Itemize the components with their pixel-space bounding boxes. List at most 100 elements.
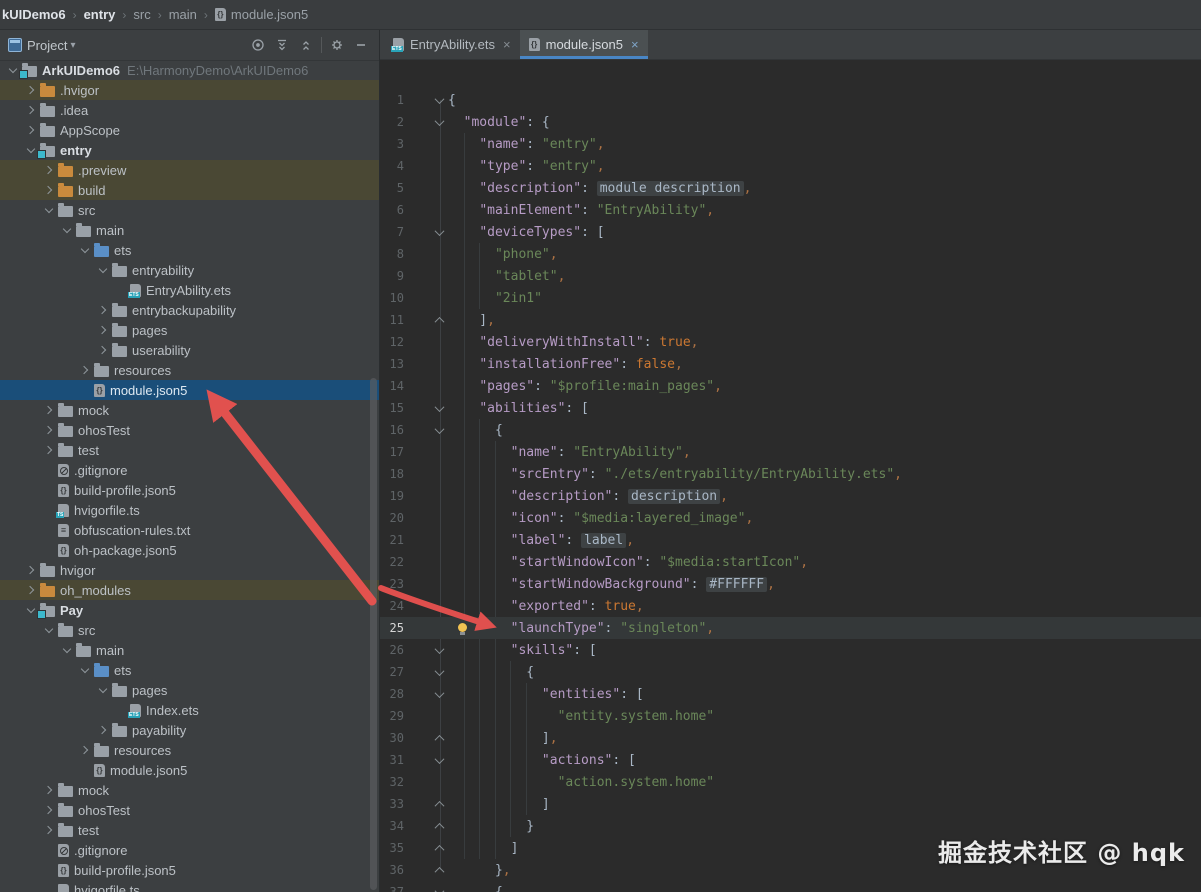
code-line-23[interactable]: 23 "startWindowBackground": #FFFFFF,	[380, 573, 1201, 595]
fold-column[interactable]	[432, 822, 446, 833]
fold-column[interactable]	[432, 800, 446, 811]
tree-item-idea[interactable]: .idea	[0, 100, 379, 120]
project-panel-title[interactable]: Project	[27, 38, 67, 53]
chevron-right-icon[interactable]	[94, 300, 112, 320]
chevron-down-icon[interactable]	[94, 680, 112, 700]
tree-item-src[interactable]: src	[0, 200, 379, 220]
chevron-right-icon[interactable]	[76, 740, 94, 760]
fold-open-icon[interactable]	[434, 423, 444, 434]
tree-item-pay[interactable]: Pay	[0, 600, 379, 620]
code-line-2[interactable]: 2 "module": {	[380, 111, 1201, 133]
code-line-37[interactable]: 37 {	[380, 881, 1201, 892]
fold-column[interactable]	[432, 885, 446, 892]
tree-item-ets[interactable]: ets	[0, 240, 379, 260]
tree-item-module-json5[interactable]: module.json5	[0, 760, 379, 780]
collapse-all-button[interactable]	[294, 34, 318, 56]
intention-lightbulb-icon[interactable]	[458, 623, 467, 635]
tree-item-mock[interactable]: mock	[0, 400, 379, 420]
tree-item-ets[interactable]: ets	[0, 660, 379, 680]
close-tab-icon[interactable]: ×	[631, 37, 639, 52]
tree-item-src[interactable]: src	[0, 620, 379, 640]
tree-item-hvigor[interactable]: .hvigor	[0, 80, 379, 100]
tree-item-module-json5[interactable]: module.json5	[0, 380, 379, 400]
tree-item-build-profile-json5[interactable]: build-profile.json5	[0, 860, 379, 880]
tree-item-test[interactable]: test	[0, 820, 379, 840]
fold-column[interactable]	[432, 665, 446, 676]
tree-item-hvigorfile-ts[interactable]: hvigorfile.ts	[0, 880, 379, 892]
locate-file-button[interactable]	[246, 34, 270, 56]
tree-item-entryability[interactable]: entryability	[0, 260, 379, 280]
tree-item-main[interactable]: main	[0, 640, 379, 660]
chevron-right-icon[interactable]	[40, 780, 58, 800]
tree-item-obfuscation-rules-txt[interactable]: obfuscation-rules.txt	[0, 520, 379, 540]
chevron-down-icon[interactable]	[40, 200, 58, 220]
fold-column[interactable]	[432, 423, 446, 434]
chevron-right-icon[interactable]	[22, 80, 40, 100]
code-line-33[interactable]: 33 ]	[380, 793, 1201, 815]
tree-item-resources[interactable]: resources	[0, 740, 379, 760]
fold-column[interactable]	[432, 866, 446, 877]
tree-item-resources[interactable]: resources	[0, 360, 379, 380]
chevron-right-icon[interactable]	[40, 180, 58, 200]
tree-item-entrybackupability[interactable]: entrybackupability	[0, 300, 379, 320]
chevron-down-icon[interactable]: ▾	[70, 40, 75, 51]
settings-button[interactable]	[325, 34, 349, 56]
tree-scrollbar[interactable]	[370, 378, 377, 890]
tree-item-oh-modules[interactable]: oh_modules	[0, 580, 379, 600]
tree-item-build[interactable]: build	[0, 180, 379, 200]
fold-column[interactable]	[432, 844, 446, 855]
fold-column[interactable]	[432, 687, 446, 698]
chevron-right-icon[interactable]	[40, 820, 58, 840]
code-line-24[interactable]: 24 "exported": true,	[380, 595, 1201, 617]
tree-item-test[interactable]: test	[0, 440, 379, 460]
tree-item-entryability-ets[interactable]: EntryAbility.ets	[0, 280, 379, 300]
chevron-down-icon[interactable]	[40, 620, 58, 640]
chevron-right-icon[interactable]	[22, 120, 40, 140]
chevron-down-icon[interactable]	[94, 260, 112, 280]
code-line-8[interactable]: 8 "phone",	[380, 243, 1201, 265]
breadcrumb-item-module-json5[interactable]: module.json5	[231, 7, 308, 22]
tree-item-entry[interactable]: entry	[0, 140, 379, 160]
hide-panel-button[interactable]	[349, 34, 373, 56]
tree-item-mock[interactable]: mock	[0, 780, 379, 800]
code-line-18[interactable]: 18 "srcEntry": "./ets/entryability/Entry…	[380, 463, 1201, 485]
fold-column[interactable]	[432, 316, 446, 327]
code-line-7[interactable]: 7 "deviceTypes": [	[380, 221, 1201, 243]
tree-item-userability[interactable]: userability	[0, 340, 379, 360]
code-line-16[interactable]: 16 {	[380, 419, 1201, 441]
tree-item-build-profile-json5[interactable]: build-profile.json5	[0, 480, 379, 500]
code-line-3[interactable]: 3 "name": "entry",	[380, 133, 1201, 155]
code-line-28[interactable]: 28 "entities": [	[380, 683, 1201, 705]
fold-open-icon[interactable]	[434, 225, 444, 236]
chevron-right-icon[interactable]	[94, 720, 112, 740]
fold-open-icon[interactable]	[434, 93, 444, 104]
chevron-right-icon[interactable]	[40, 160, 58, 180]
tree-item-index-ets[interactable]: Index.ets	[0, 700, 379, 720]
chevron-right-icon[interactable]	[94, 340, 112, 360]
chevron-right-icon[interactable]	[22, 100, 40, 120]
fold-column[interactable]	[432, 225, 446, 236]
code-line-26[interactable]: 26 "skills": [	[380, 639, 1201, 661]
code-area[interactable]: 1{2 "module": {3 "name": "entry", 4 "type…	[380, 60, 1201, 892]
chevron-right-icon[interactable]	[40, 800, 58, 820]
tree-item-payability[interactable]: payability	[0, 720, 379, 740]
code-line-19[interactable]: 19 "description": description,	[380, 485, 1201, 507]
code-line-14[interactable]: 14 "pages": "$profile:main_pages",	[380, 375, 1201, 397]
chevron-right-icon[interactable]	[40, 420, 58, 440]
tree-item-arkuidemo6[interactable]: ArkUIDemo6 E:\HarmonyDemo\ArkUIDemo6	[0, 60, 379, 80]
code-line-20[interactable]: 20 "icon": "$media:layered_image",	[380, 507, 1201, 529]
fold-end-icon[interactable]	[434, 822, 444, 833]
code-line-5[interactable]: 5 "description": module description,	[380, 177, 1201, 199]
chevron-right-icon[interactable]	[94, 320, 112, 340]
chevron-right-icon[interactable]	[76, 360, 94, 380]
tree-item-hvigorfile-ts[interactable]: hvigorfile.ts	[0, 500, 379, 520]
tree-item-hvigor[interactable]: hvigor	[0, 560, 379, 580]
tree-item-ohostest[interactable]: ohosTest	[0, 800, 379, 820]
fold-open-icon[interactable]	[434, 115, 444, 126]
fold-end-icon[interactable]	[434, 316, 444, 327]
code-line-6[interactable]: 6 "mainElement": "EntryAbility",	[380, 199, 1201, 221]
chevron-down-icon[interactable]	[58, 220, 76, 240]
breadcrumb-item-kuidemo6[interactable]: kUIDemo6	[2, 7, 66, 22]
fold-column[interactable]	[432, 115, 446, 126]
breadcrumb-item-entry[interactable]: entry	[84, 7, 116, 22]
